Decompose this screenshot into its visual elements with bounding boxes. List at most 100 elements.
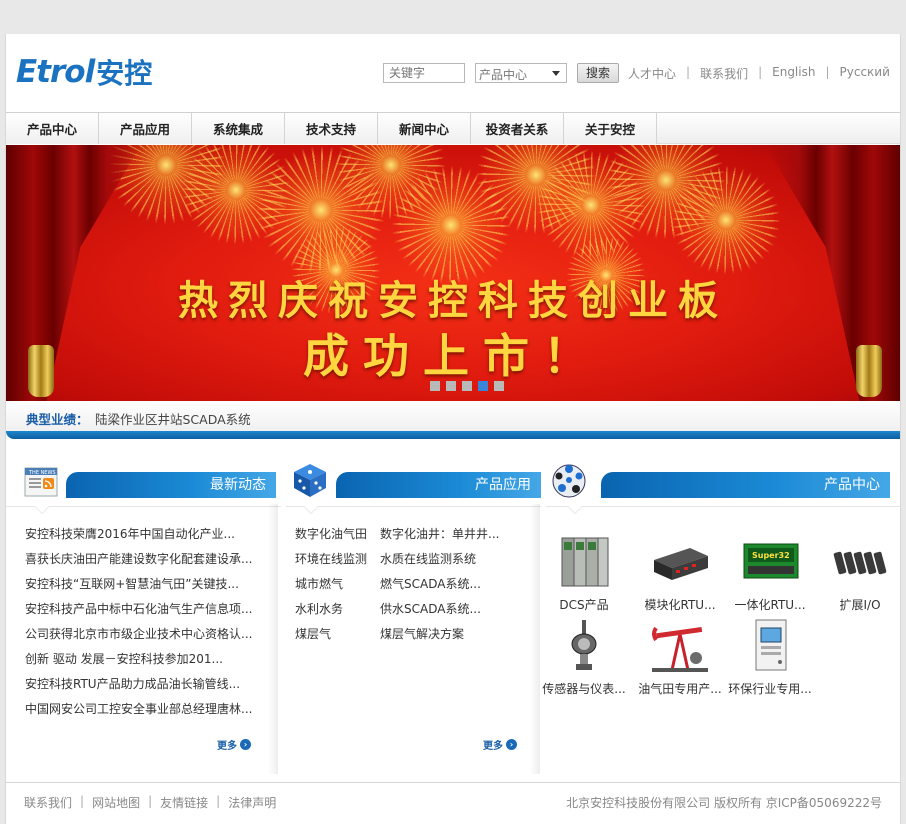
product-item[interactable]: 油气田专用产...: [637, 618, 723, 697]
pointer-decoration: [568, 506, 582, 513]
application-solution[interactable]: 数字化油井：单井井...: [380, 526, 505, 551]
list-item: 环境在线监测 水质在线监测系统: [295, 551, 505, 576]
super32-rtu-icon: Super32: [740, 534, 800, 590]
logo-text-en: Etrol: [16, 54, 95, 90]
product-item[interactable]: 环保行业专用...: [727, 618, 813, 697]
firework-decoration: [671, 165, 781, 275]
application-category[interactable]: 煤层气: [295, 626, 380, 651]
carousel-dot[interactable]: [494, 381, 504, 391]
banner-headline: 热烈庆祝安控科技创业板: [178, 278, 728, 324]
news-item[interactable]: 创新 驱动 发展－安控科技参加201...: [25, 651, 261, 676]
news-list: 安控科技荣膺2016年中国自动化产业... 喜获长庆油田产能建设数字化配套建设承…: [25, 526, 261, 726]
news-icon: THE NEWS: [22, 463, 62, 503]
carousel-dot[interactable]: [430, 381, 440, 391]
nav-item-support[interactable]: 技术支持: [285, 113, 378, 144]
carousel-indicators: [430, 381, 504, 391]
application-solution[interactable]: 煤层气解决方案: [380, 626, 505, 651]
section-header-products: 产品中心: [601, 472, 890, 498]
etrol-logo[interactable]: Etrol 安控: [16, 54, 152, 90]
product-label: 油气田专用产...: [638, 682, 722, 696]
column-shadow: [530, 504, 540, 774]
ticker-label: 典型业绩：: [26, 412, 89, 427]
news-item[interactable]: 安控科技产品中标中石化油气生产信息项...: [25, 601, 261, 626]
footer-link-contact[interactable]: 联系我们: [24, 794, 72, 811]
product-item[interactable]: 模块化RTU...: [637, 534, 723, 613]
top-link-russian[interactable]: Русский: [840, 65, 890, 82]
carousel-dot-active[interactable]: [478, 381, 488, 391]
banner-subheadline: 成功上市！: [303, 329, 603, 383]
top-link-careers[interactable]: 人才中心: [628, 65, 676, 82]
search-button[interactable]: 搜索: [577, 63, 619, 83]
search-input[interactable]: [383, 63, 465, 83]
io-module-icon: [830, 534, 890, 590]
footer-divider: [6, 782, 900, 783]
top-link-english[interactable]: English: [772, 65, 815, 82]
footer-link-sitemap[interactable]: 网站地图: [92, 794, 140, 811]
nav-item-integration[interactable]: 系统集成: [192, 113, 285, 144]
product-label: 传感器与仪表...: [542, 682, 626, 696]
nav-item-news[interactable]: 新闻中心: [378, 113, 471, 144]
application-category[interactable]: 城市燃气: [295, 576, 380, 601]
hero-banner[interactable]: 热烈庆祝安控科技创业板 成功上市！: [6, 145, 900, 401]
product-label: 环保行业专用...: [728, 682, 812, 696]
logo-text-cn: 安控: [96, 57, 153, 90]
applications-more-link[interactable]: 更多 ›: [483, 737, 517, 752]
svg-text:THE NEWS: THE NEWS: [28, 470, 56, 476]
applications-list: 数字化油气田 数字化油井：单井井... 环境在线监测 水质在线监测系统 城市燃气…: [295, 526, 505, 651]
list-item: 水利水务 供水SCADA系统...: [295, 601, 505, 626]
divider: [286, 506, 541, 507]
more-label: 更多: [217, 741, 237, 752]
more-label: 更多: [483, 741, 503, 752]
globe-icon: [549, 461, 589, 501]
application-solution[interactable]: 水质在线监测系统: [380, 551, 505, 576]
list-item: 城市燃气 燃气SCADA系统...: [295, 576, 505, 601]
nav-item-investors[interactable]: 投资者关系: [471, 113, 564, 144]
application-category[interactable]: 数字化油气田: [295, 526, 380, 551]
product-item[interactable]: Super32 一体化RTU...: [727, 534, 813, 613]
dice-icon: [290, 460, 330, 500]
application-category[interactable]: 水利水务: [295, 601, 380, 626]
news-item[interactable]: 公司获得北京市市级企业技术中心资格认...: [25, 626, 261, 651]
section-title-products: 产品中心: [824, 477, 880, 493]
nav-item-applications[interactable]: 产品应用: [99, 113, 192, 144]
news-item[interactable]: 安控科技RTU产品助力成品油长输管线...: [25, 676, 261, 701]
news-item[interactable]: 喜获长庆油田产能建设数字化配套建设承...: [25, 551, 261, 576]
nav-item-about[interactable]: 关于安控: [564, 113, 657, 144]
dcs-module-icon: [554, 534, 614, 590]
super32-label: Super32: [752, 551, 790, 560]
product-item[interactable]: 扩展I/O: [817, 534, 903, 613]
nav-item-products[interactable]: 产品中心: [6, 113, 99, 144]
application-category[interactable]: 环境在线监测: [295, 551, 380, 576]
divider: |: [216, 794, 221, 808]
ticker-link[interactable]: 陆梁作业区井站SCADA系统: [95, 409, 251, 428]
list-item: 煤层气 煤层气解决方案: [295, 626, 505, 651]
news-more-link[interactable]: 更多 ›: [217, 737, 251, 752]
chevron-down-icon: [552, 71, 560, 76]
top-link-contact[interactable]: 联系我们: [700, 65, 748, 82]
footer-link-legal[interactable]: 法律声明: [228, 794, 276, 811]
news-item[interactable]: 安控科技“互联网+智慧油气田”关键技...: [25, 576, 261, 601]
news-item[interactable]: 中国网安公司工控安全事业部总经理唐林...: [25, 701, 261, 726]
divider: [546, 506, 900, 507]
divider: |: [148, 794, 153, 808]
product-label: DCS产品: [559, 598, 609, 612]
pointer-decoration: [35, 506, 49, 513]
search-scope-select[interactable]: 产品中心: [475, 63, 567, 83]
section-header-applications: 产品应用: [336, 472, 541, 498]
product-item[interactable]: DCS产品: [541, 534, 627, 613]
footer-link-friends[interactable]: 友情链接: [160, 794, 208, 811]
application-solution[interactable]: 燃气SCADA系统...: [380, 576, 505, 601]
pointer-decoration: [304, 506, 318, 513]
carousel-dot[interactable]: [462, 381, 472, 391]
section-title-applications: 产品应用: [475, 477, 531, 493]
rtu-module-icon: [650, 534, 710, 590]
news-item[interactable]: 安控科技荣膺2016年中国自动化产业...: [25, 526, 261, 551]
product-label: 扩展I/O: [839, 598, 881, 612]
application-solution[interactable]: 供水SCADA系统...: [380, 601, 505, 626]
sensor-icon: [554, 618, 614, 674]
carousel-dot[interactable]: [446, 381, 456, 391]
divider: |: [686, 65, 691, 79]
cabinet-icon: [740, 618, 800, 674]
product-item[interactable]: 传感器与仪表...: [541, 618, 627, 697]
divider: |: [758, 65, 763, 79]
